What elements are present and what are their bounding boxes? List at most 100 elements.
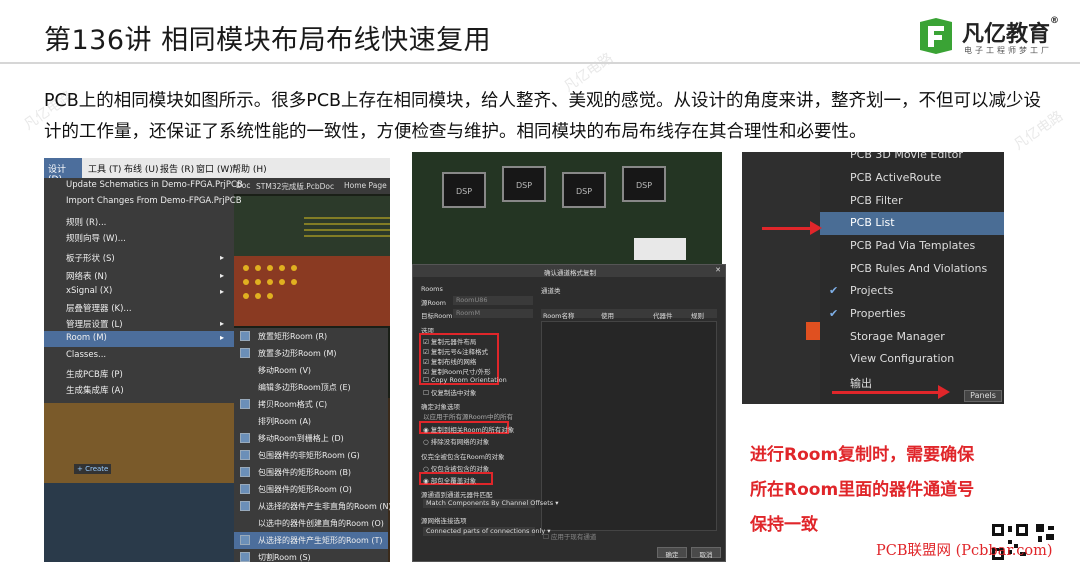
panels-menu-item[interactable]: PCB Rules And Violations [820, 258, 1004, 281]
submenu-arrow-icon: ▸ [220, 271, 225, 280]
panels-menu-item[interactable]: PCB Filter [820, 190, 1004, 213]
match-select[interactable]: Match Components By Channel Offsets ▾ [423, 499, 558, 508]
match-header: 源通道到通道元器件匹配 [421, 491, 493, 499]
logo-icon [920, 18, 952, 54]
arrow-to-panels [832, 391, 940, 394]
room-menu-item[interactable]: 排列Room (A) [234, 413, 388, 430]
panels-menu-item-selected[interactable]: PCB List [820, 212, 1004, 235]
brand-logo: 凡亿教育® 电子工程师梦工厂 [916, 14, 1066, 60]
rooms-header: Rooms [421, 285, 443, 293]
menu-route[interactable]: 布线 (U) [124, 162, 158, 175]
opt-checkbox[interactable]: ☑ 复制元器件布局 [423, 336, 476, 346]
footer-credit: PCB联盟网 (Pcbbar.com) [876, 543, 1053, 559]
menu-item-board-shape[interactable]: 板子形状 (S) [66, 252, 115, 264]
submenu-arrow-icon: ▸ [220, 287, 225, 296]
room-menu-item[interactable]: 编辑多边形Room顶点 (E) [234, 379, 388, 396]
menu-window[interactable]: 窗口 (W) [196, 162, 233, 175]
room-menu-item[interactable]: 包围器件的非矩形Room (G) [234, 447, 388, 464]
panels-menu-item[interactable]: Storage Manager [820, 326, 1004, 349]
room-create-icon [240, 535, 250, 545]
room-menu-item[interactable]: 包围器件的矩形Room (O) [234, 481, 388, 498]
ok-button[interactable]: 确定 [657, 547, 687, 559]
room-menu-item[interactable]: 放置矩形Room (R) [234, 328, 388, 345]
partial-header: 仅完全被包含在Room的对象 [421, 453, 505, 461]
logo-tagline: 电子工程师梦工厂 [964, 46, 1052, 55]
room-wrap-icon [240, 467, 250, 477]
close-icon[interactable]: ✕ [715, 266, 721, 274]
design-dropdown: Update Schematics in Demo-FPGA.PrjPCB Im… [44, 178, 243, 562]
cancel-button[interactable]: 取消 [691, 547, 721, 559]
conn-select[interactable]: Connected parts of connections only ▾ [423, 527, 551, 536]
menu-item-room[interactable]: Room (M) [44, 331, 234, 347]
slice-icon [240, 552, 250, 562]
submenu-arrow-icon: ▸ [220, 319, 225, 328]
panels-menu-item[interactable]: PCB ActiveRoute [820, 167, 1004, 190]
panels-menu: PCB 3D Movie Editor PCB ActiveRoute PCB … [820, 152, 1004, 404]
apply-header: 确定对象选项 [421, 403, 460, 411]
apply-existing-checkbox[interactable]: ☐ 应用于现有通道 [543, 531, 596, 541]
red-note: 进行Room复制时，需要确保 所在Room里面的器件通道号 保持一致 [750, 445, 975, 535]
menu-reports[interactable]: 报告 (R) [160, 162, 194, 175]
check-icon: ✔ [829, 284, 839, 297]
room-menu-item[interactable]: 以选中的器件创建直角的Room (O) [234, 515, 388, 532]
panels-menu-item[interactable]: PCB 3D Movie Editor [820, 152, 1004, 167]
arrow-head-icon [810, 221, 822, 235]
menu-item-rules-wizard[interactable]: 规则向导 (W)... [66, 232, 126, 244]
room-menu-item-selected[interactable]: 从选择的器件产生矩形的Room (T) [234, 532, 388, 549]
room-menu-item[interactable]: 拷贝Room格式 (C) [234, 396, 388, 413]
dst-room-field[interactable]: RoomM [453, 309, 533, 318]
submenu-arrow-icon: ▸ [220, 333, 225, 342]
panels-menu-item[interactable]: View Configuration [820, 348, 1004, 371]
apply-radio[interactable]: ○ 排除没有网络的对象 [423, 436, 489, 446]
create-button[interactable]: + Create [74, 464, 112, 474]
pcb-photo: DSP DSP DSP DSP [412, 152, 722, 274]
opt-checkbox[interactable]: ☐ Copy Room Orientation [423, 376, 507, 384]
menu-item-classes[interactable]: Classes... [66, 350, 106, 360]
opt-checkbox[interactable]: ☐ 仅复制选中对象 [423, 387, 476, 397]
channel-table-header: Room名称 使用 代器件 规则 [541, 309, 717, 320]
room-menu-item[interactable]: 移动Room (V) [234, 362, 388, 379]
menu-item-rules[interactable]: 规则 (R)... [66, 216, 106, 228]
src-room-label: 源Room [421, 299, 447, 307]
menu-item-netlist[interactable]: 网络表 (N) [66, 270, 107, 282]
menu-tools[interactable]: 工具 (T) [88, 162, 121, 175]
menu-item-xsignal[interactable]: xSignal (X) [66, 286, 112, 296]
document-tabs[interactable]: Doc STM32完成版.PcbDoc Home Page [234, 178, 390, 194]
opt-checkbox[interactable]: ☑ 复制布线的网络 [423, 356, 476, 366]
altium-logo-icon [806, 322, 820, 340]
menu-item-update-schematics[interactable]: Update Schematics in Demo-FPGA.PrjPCB [66, 180, 243, 190]
room-menu-item[interactable]: 包围器件的矩形Room (B) [234, 464, 388, 481]
apply-radio[interactable]: ◉ 复制到相关Room的所有对象 [423, 424, 514, 434]
menu-item-layer-stack[interactable]: 层叠管理器 (K)... [66, 302, 132, 314]
menu-item-make-pcb-lib[interactable]: 生成PCB库 (P) [66, 368, 123, 380]
panels-menu-item[interactable]: ✔ Projects [820, 280, 1004, 303]
dst-room-label: 目标Room [421, 312, 453, 320]
room-poly-icon [240, 348, 250, 358]
room-menu-item[interactable]: 移动Room到栅格上 (D) [234, 430, 388, 447]
arrow-to-pcb-list [762, 227, 812, 230]
panels-menu-item[interactable]: ✔ Properties [820, 303, 1004, 326]
dsp-chip: DSP [502, 166, 546, 202]
copy-room-icon [240, 399, 250, 409]
src-room-field[interactable]: RoomU86 [453, 296, 533, 305]
room-menu-item[interactable]: 放置多边形Room (M) [234, 345, 388, 362]
menu-help[interactable]: 帮助 (H) [232, 162, 267, 175]
pcb-preview-graphic [44, 483, 234, 562]
menu-item-layer-sets[interactable]: 管理层设置 (L) [66, 318, 123, 330]
channel-table[interactable] [541, 321, 717, 531]
panels-menu-item[interactable]: PCB Pad Via Templates [820, 235, 1004, 258]
opt-checkbox[interactable]: ☑ 复制元号&注释格式 [423, 346, 488, 356]
menu-item-import-changes[interactable]: Import Changes From Demo-FPGA.PrjPCB [66, 196, 242, 206]
partial-radio[interactable]: ◉ 部包全覆盖对象 [423, 475, 476, 485]
conn-header: 源网络连接选项 [421, 517, 467, 525]
menu-item-make-int-lib[interactable]: 生成集成库 (A) [66, 384, 124, 396]
tab-pcbdoc[interactable]: STM32完成版.PcbDoc [256, 181, 334, 192]
tab-home-page[interactable]: Home Page [344, 181, 387, 190]
room-menu-item[interactable]: 从选择的器件产生非直角的Room (N) [234, 498, 390, 515]
intro-paragraph: PCB上的相同模块如图所示。很多PCB上存在相同模块，给人整齐、美观的感觉。从设… [44, 91, 1042, 142]
panels-button[interactable]: Panels [964, 390, 1002, 402]
room-menu-item[interactable]: 切割Room (S) [234, 549, 388, 562]
opt-checkbox[interactable]: ☑ 复制Room尺寸/外形 [423, 366, 491, 376]
menu-design[interactable]: 设计 (D) [44, 158, 82, 185]
dsp-chip: DSP [622, 166, 666, 202]
